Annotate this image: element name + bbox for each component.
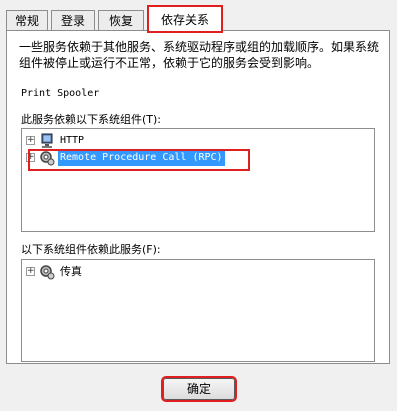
gear-service-icon: [39, 264, 55, 280]
tree-item-label: Remote Procedure Call (RPC): [58, 150, 225, 166]
tree-item-label: 传真: [60, 265, 82, 278]
tab-dependencies[interactable]: 依存关系: [147, 5, 223, 33]
gear-service-icon: [39, 150, 55, 166]
dependents-label: 以下系统组件依赖此服务(F):: [21, 243, 161, 256]
expand-icon[interactable]: +: [26, 153, 35, 162]
dependents-tree[interactable]: + 传真: [21, 259, 375, 362]
tab-logon[interactable]: 登录: [51, 10, 95, 30]
service-properties-dialog: 常规 登录 恢复 依存关系 一些服务依赖于其他服务、系统驱动程序或组的加载顺序。…: [0, 0, 397, 411]
computer-icon: [39, 133, 55, 149]
description-text: 一些服务依赖于其他服务、系统驱动程序或组的加载顺序。如果系统组件被停止或运行不正…: [19, 40, 380, 70]
depends-on-label: 此服务依赖以下系统组件(T):: [21, 113, 162, 126]
service-name: Print Spooler: [21, 88, 100, 99]
tab-recovery[interactable]: 恢复: [98, 10, 144, 30]
ok-button[interactable]: 确定: [161, 376, 237, 402]
depends-on-tree[interactable]: + HTTP + Remote Procedure Call (RPC): [21, 128, 375, 232]
dependencies-panel: 一些服务依赖于其他服务、系统驱动程序或组的加载顺序。如果系统组件被停止或运行不正…: [6, 30, 390, 364]
tab-general[interactable]: 常规: [6, 10, 48, 30]
expand-icon[interactable]: +: [26, 136, 35, 145]
tree-item-label: HTTP: [60, 135, 85, 146]
expand-icon[interactable]: +: [26, 267, 35, 276]
